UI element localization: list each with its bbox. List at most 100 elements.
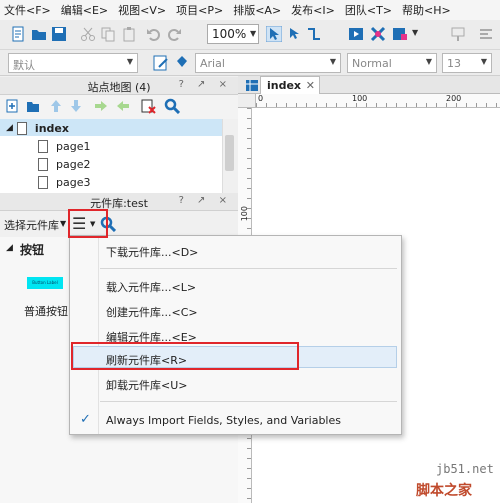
menu-bar: 文件<F> 编辑<E> 视图<V> 项目<P> 排版<A> 发布<I> 团队<T… <box>0 0 500 20</box>
font-size-select[interactable]: 13 ▼ <box>442 53 492 73</box>
tab-index[interactable]: index ✕ <box>260 76 320 94</box>
sitemap-scrollbar[interactable] <box>222 119 236 193</box>
move-up-icon[interactable] <box>50 99 62 113</box>
font-size-value: 13 <box>447 57 461 70</box>
menu-edit[interactable]: 编辑<E> <box>61 2 108 18</box>
tree-node-page2[interactable]: page2 <box>38 155 90 173</box>
menu-item-create-library[interactable]: 创建元件库...<C> <box>106 304 198 320</box>
add-page-icon[interactable] <box>6 99 18 113</box>
ruler-label: 200 <box>446 94 462 103</box>
chevron-down-icon: ▼ <box>425 57 432 66</box>
style-select[interactable]: 默认 ▼ <box>8 53 138 73</box>
menu-divider <box>100 268 397 269</box>
font-weight-select[interactable]: Normal ▼ <box>347 53 437 73</box>
search-icon[interactable] <box>164 98 180 114</box>
page-tab-bar: index ✕ <box>238 76 500 94</box>
expand-triangle-icon[interactable]: ◢ <box>6 123 13 133</box>
tree-node-page1[interactable]: page1 <box>38 137 90 155</box>
connector-icon[interactable] <box>306 26 322 42</box>
watermark-site: jb51.net <box>436 462 494 476</box>
paint-bucket-icon[interactable] <box>174 55 188 71</box>
menu-divider <box>100 401 397 402</box>
save-icon[interactable] <box>51 26 67 42</box>
checkmark-icon: ✓ <box>80 412 91 427</box>
zoom-dropdown-icon[interactable]: ▼ <box>250 29 256 38</box>
menu-file[interactable]: 文件<F> <box>4 2 51 18</box>
outdent-icon[interactable] <box>116 100 130 112</box>
sitemap-header: 站点地图 (4) ? ↗ × <box>0 77 238 95</box>
font-family-value: Arial <box>200 57 225 70</box>
menu-view[interactable]: 视图<V> <box>118 2 166 18</box>
paste-icon[interactable] <box>121 26 137 42</box>
share-icon[interactable] <box>370 26 386 42</box>
cut-icon[interactable] <box>80 26 96 42</box>
horizontal-ruler: 0 100 200 <box>256 94 500 108</box>
ruler-label: 0 <box>258 94 264 103</box>
tree-node-label: page1 <box>56 139 91 153</box>
menu-gutter-line <box>98 236 99 434</box>
button-widget-thumbnail[interactable]: Button Label <box>27 277 63 289</box>
indent-icon[interactable] <box>94 100 108 112</box>
select-pointer-icon[interactable] <box>266 26 282 42</box>
tree-node-index[interactable]: ◢ index <box>6 119 69 137</box>
ruler-corner <box>238 94 256 108</box>
menu-project[interactable]: 项目<P> <box>176 2 223 18</box>
style-edit-icon[interactable] <box>153 55 169 71</box>
ruler-ticks <box>256 103 500 107</box>
publish-dropdown-arrow[interactable]: ▼ <box>412 28 418 37</box>
library-menu: 下载元件库...<D> 载入元件库...<L> 创建元件库...<C> 编辑元件… <box>69 235 402 435</box>
menu-item-always-import[interactable]: Always Import Fields, Styles, and Variab… <box>106 414 341 427</box>
delete-page-icon[interactable] <box>140 98 156 114</box>
chevron-down-icon[interactable]: ▼ <box>60 219 66 228</box>
undo-icon[interactable] <box>146 26 162 42</box>
copy-icon[interactable] <box>100 26 116 42</box>
button-widget-text: Button Label <box>32 280 58 285</box>
ruler-label: 100 <box>352 94 368 103</box>
connector-pointer-icon[interactable] <box>287 26 303 42</box>
menu-arrange[interactable]: 排版<A> <box>233 2 281 18</box>
button-widget-caption: 普通按钮 <box>24 305 68 318</box>
library-group-label: 按钮 <box>20 243 45 257</box>
expand-triangle-icon[interactable]: ◢ <box>6 243 13 253</box>
close-icon[interactable]: ✕ <box>306 79 315 92</box>
library-select-dropdown[interactable]: 选择元件库 <box>4 217 59 233</box>
page-icon <box>38 139 48 153</box>
style-select-value: 默认 <box>13 59 35 72</box>
align-icon[interactable] <box>478 26 494 42</box>
preview-icon[interactable] <box>348 26 364 42</box>
font-family-select[interactable]: Arial ▼ <box>195 53 341 73</box>
sitemap-tree: ◢ index page1 page2 page3 <box>0 119 230 193</box>
chevron-down-icon: ▼ <box>329 57 336 66</box>
tree-node-label: page3 <box>56 175 91 189</box>
watermark-brand: 脚本之家 <box>416 483 472 499</box>
page-icon <box>38 157 48 171</box>
page-icon <box>38 175 48 189</box>
menu-item-download-library[interactable]: 下载元件库...<D> <box>106 244 198 260</box>
chevron-down-icon: ▼ <box>126 57 133 66</box>
move-down-icon[interactable] <box>70 99 82 113</box>
tree-node-label: index <box>34 121 69 135</box>
new-file-icon[interactable] <box>10 26 26 42</box>
library-header: 元件库:test ? ↗ × <box>0 193 238 211</box>
scrollbar-thumb[interactable] <box>225 135 234 171</box>
page-icon <box>16 121 27 135</box>
menu-item-load-library[interactable]: 载入元件库...<L> <box>106 279 196 295</box>
chevron-down-icon: ▼ <box>480 57 487 66</box>
sitemap-toolbar <box>0 95 238 119</box>
menu-item-unload-library[interactable]: 卸载元件库<U> <box>106 377 188 393</box>
sitemap-panel-controls[interactable]: ? ↗ × <box>179 79 232 90</box>
library-panel-controls[interactable]: ? ↗ × <box>179 195 232 206</box>
publish-icon[interactable] <box>392 26 408 42</box>
tab-label: index <box>267 79 302 92</box>
library-toolbar: 选择元件库 ▼ ☰ ▼ <box>0 211 238 237</box>
tree-node-page3[interactable]: page3 <box>38 173 90 191</box>
menu-help[interactable]: 帮助<H> <box>402 2 451 18</box>
menu-publish[interactable]: 发布<I> <box>291 2 335 18</box>
annotation-box-menu-button <box>68 209 108 238</box>
open-folder-icon[interactable] <box>31 26 47 42</box>
redo-icon[interactable] <box>166 26 182 42</box>
menu-team[interactable]: 团队<T> <box>345 2 392 18</box>
format-painter-icon[interactable] <box>450 26 466 42</box>
add-folder-icon[interactable] <box>26 99 40 113</box>
grid-icon <box>246 80 258 91</box>
